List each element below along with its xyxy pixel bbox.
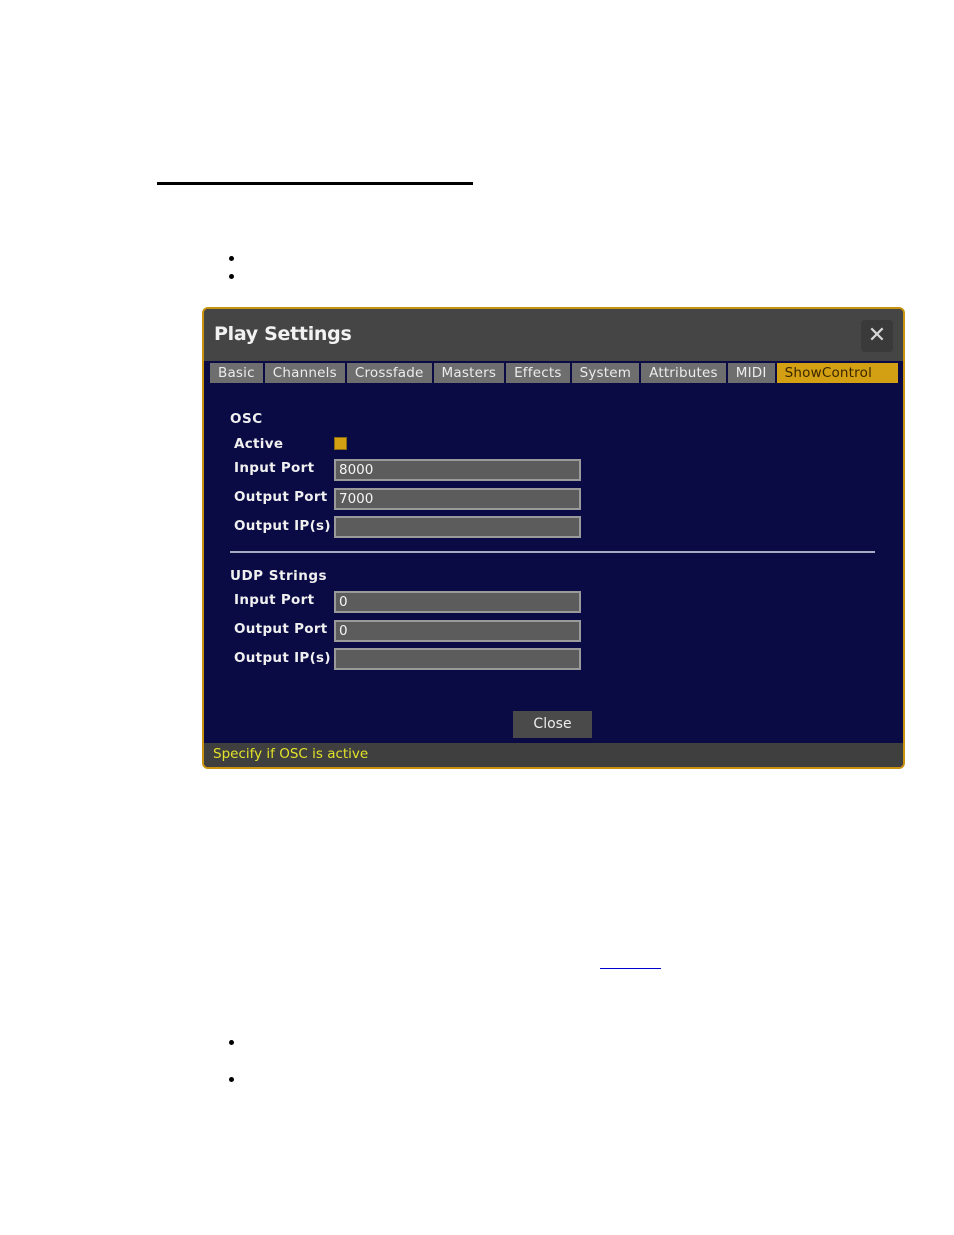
play-settings-dialog: Play Settings ✕ Basic Channels Crossfade…	[202, 307, 905, 769]
osc-output-port-label: Output Port	[234, 489, 328, 505]
udp-output-ips-field[interactable]	[334, 648, 581, 670]
status-text: Specify if OSC is active	[213, 746, 369, 762]
tab-effects[interactable]: Effects	[506, 363, 570, 383]
bullet	[229, 1040, 234, 1045]
bullet	[229, 274, 234, 279]
tab-midi[interactable]: MIDI	[727, 363, 775, 383]
tab-basic[interactable]: Basic	[210, 363, 263, 383]
tab-masters[interactable]: Masters	[433, 363, 505, 383]
udp-input-port-label: Input Port	[234, 592, 315, 608]
bullet	[229, 1077, 234, 1082]
udp-input-port-field[interactable]: 0	[334, 591, 581, 613]
dialog-title: Play Settings	[214, 323, 352, 345]
tab-bar: Basic Channels Crossfade Masters Effects…	[210, 363, 898, 383]
tab-showcontrol[interactable]: ShowControl	[776, 363, 898, 383]
heading-underline	[157, 182, 473, 185]
status-bar: Specify if OSC is active	[204, 743, 903, 767]
tab-system[interactable]: System	[571, 363, 640, 383]
close-button[interactable]: Close	[513, 711, 592, 738]
udp-section-title: UDP Strings	[230, 568, 328, 584]
osc-output-ips-field[interactable]	[334, 516, 581, 538]
osc-output-port-field[interactable]: 7000	[334, 488, 581, 510]
udp-output-port-label: Output Port	[234, 621, 328, 637]
tab-attributes[interactable]: Attributes	[641, 363, 726, 383]
link-underline[interactable]	[600, 968, 661, 969]
udp-output-port-field[interactable]: 0	[334, 620, 581, 642]
udp-output-ips-label: Output IP(s)	[234, 650, 331, 666]
close-x-icon[interactable]: ✕	[861, 320, 893, 352]
dialog-titlebar: Play Settings ✕	[204, 309, 903, 361]
osc-input-port-field[interactable]: 8000	[334, 459, 581, 481]
osc-active-label: Active	[234, 436, 284, 452]
osc-input-port-label: Input Port	[234, 460, 315, 476]
bullet	[229, 256, 234, 261]
tab-channels[interactable]: Channels	[264, 363, 345, 383]
osc-active-checkbox[interactable]	[334, 437, 347, 450]
tab-crossfade[interactable]: Crossfade	[346, 363, 432, 383]
osc-output-ips-label: Output IP(s)	[234, 518, 331, 534]
section-divider	[230, 551, 875, 553]
osc-section-title: OSC	[230, 411, 263, 427]
